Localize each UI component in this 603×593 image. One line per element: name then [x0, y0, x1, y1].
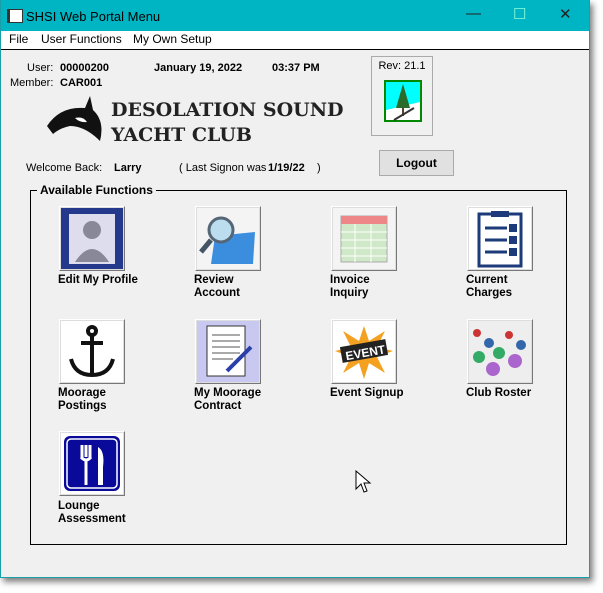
current-date: January 19, 2022 — [154, 62, 243, 74]
lounge-assessment-button[interactable] — [59, 431, 125, 496]
label-line: Review — [194, 274, 234, 286]
label-line: Assessment — [58, 513, 126, 525]
label-line: Edit My Profile — [58, 274, 138, 286]
label-line: Charges — [466, 287, 513, 299]
club-name-line2: YACHT CLUB — [111, 124, 252, 146]
club-name-line1: DESOLATION SOUND — [111, 99, 344, 121]
magnifier-folder-icon — [197, 208, 259, 269]
club-roster-button[interactable] — [467, 319, 533, 384]
label-line: Account — [194, 287, 240, 299]
menu-my-own-setup[interactable]: My Own Setup — [133, 32, 212, 46]
label-line: Contract — [194, 400, 242, 412]
event-signup-label: Event Signup — [330, 387, 420, 400]
member-label: Member: — [10, 77, 54, 89]
invoice-inquiry-label: Invoice Inquiry — [330, 274, 420, 300]
title-bar: SHSI Web Portal Menu — ☐ ✕ — [1, 0, 589, 31]
orca-logo-icon — [47, 96, 102, 141]
user-label: User: — [27, 62, 54, 74]
window-title: SHSI Web Portal Menu — [26, 9, 161, 24]
welcome-name: Larry — [114, 162, 142, 174]
current-charges-button[interactable] — [467, 206, 533, 271]
last-signon-date: 1/19/22 — [268, 162, 305, 174]
last-signon-close: ) — [317, 162, 321, 174]
event-signup-button[interactable]: EVENT — [331, 319, 397, 384]
label-line: Inquiry — [330, 287, 369, 299]
tree-logo-icon — [384, 80, 422, 122]
my-moorage-contract-button[interactable] — [195, 319, 261, 384]
app-window: SHSI Web Portal Menu — ☐ ✕ File User Fun… — [0, 0, 590, 578]
close-button[interactable]: ✕ — [559, 5, 572, 23]
app-icon — [7, 9, 23, 23]
spreadsheet-icon — [333, 208, 395, 269]
review-account-label: Review Account — [194, 274, 284, 300]
lounge-assessment-label: Lounge Assessment — [58, 500, 148, 526]
anchor-icon — [61, 321, 123, 382]
logout-button[interactable]: Logout — [379, 150, 454, 176]
revision-panel: Rev: 21.1 — [371, 56, 433, 136]
edit-profile-button[interactable] — [59, 206, 125, 271]
clipboard-checklist-icon — [469, 208, 531, 269]
label-line: Club Roster — [466, 387, 532, 399]
invoice-inquiry-button[interactable] — [331, 206, 397, 271]
fork-knife-icon — [61, 433, 123, 494]
moorage-postings-button[interactable] — [59, 319, 125, 384]
last-signon-label: ( Last Signon was — [179, 162, 267, 174]
my-moorage-contract-label: My Moorage Contract — [194, 387, 284, 413]
event-icon: EVENT — [333, 321, 395, 382]
label-line: Moorage — [58, 387, 106, 399]
label-line: Current — [466, 274, 508, 286]
profile-icon — [61, 208, 123, 269]
revision-label: Rev: 21.1 — [378, 60, 426, 72]
member-id: CAR001 — [60, 77, 103, 89]
current-charges-label: Current Charges — [466, 274, 556, 300]
contract-pen-icon — [197, 321, 259, 382]
menu-bar: File User Functions My Own Setup — [1, 31, 589, 50]
review-account-button[interactable] — [195, 206, 261, 271]
user-id: 00000200 — [60, 62, 109, 74]
maximize-button[interactable]: ☐ — [513, 5, 526, 23]
label-line: Event Signup — [330, 387, 404, 399]
minimize-button[interactable]: — — [466, 5, 481, 22]
label-line: Invoice — [330, 274, 370, 286]
group-title: Available Functions — [37, 183, 156, 197]
label-line: My Moorage — [194, 387, 262, 399]
crowd-icon — [469, 321, 531, 382]
welcome-label: Welcome Back: — [26, 162, 103, 174]
club-roster-label: Club Roster — [466, 387, 556, 400]
label-line: Lounge — [58, 500, 100, 512]
menu-file[interactable]: File — [9, 32, 28, 46]
current-time: 03:37 PM — [272, 62, 320, 74]
mouse-cursor-icon — [355, 470, 372, 493]
moorage-postings-label: Moorage Postings — [58, 387, 148, 413]
menu-user-functions[interactable]: User Functions — [41, 32, 122, 46]
edit-profile-label: Edit My Profile — [58, 274, 148, 287]
label-line: Postings — [58, 400, 107, 412]
